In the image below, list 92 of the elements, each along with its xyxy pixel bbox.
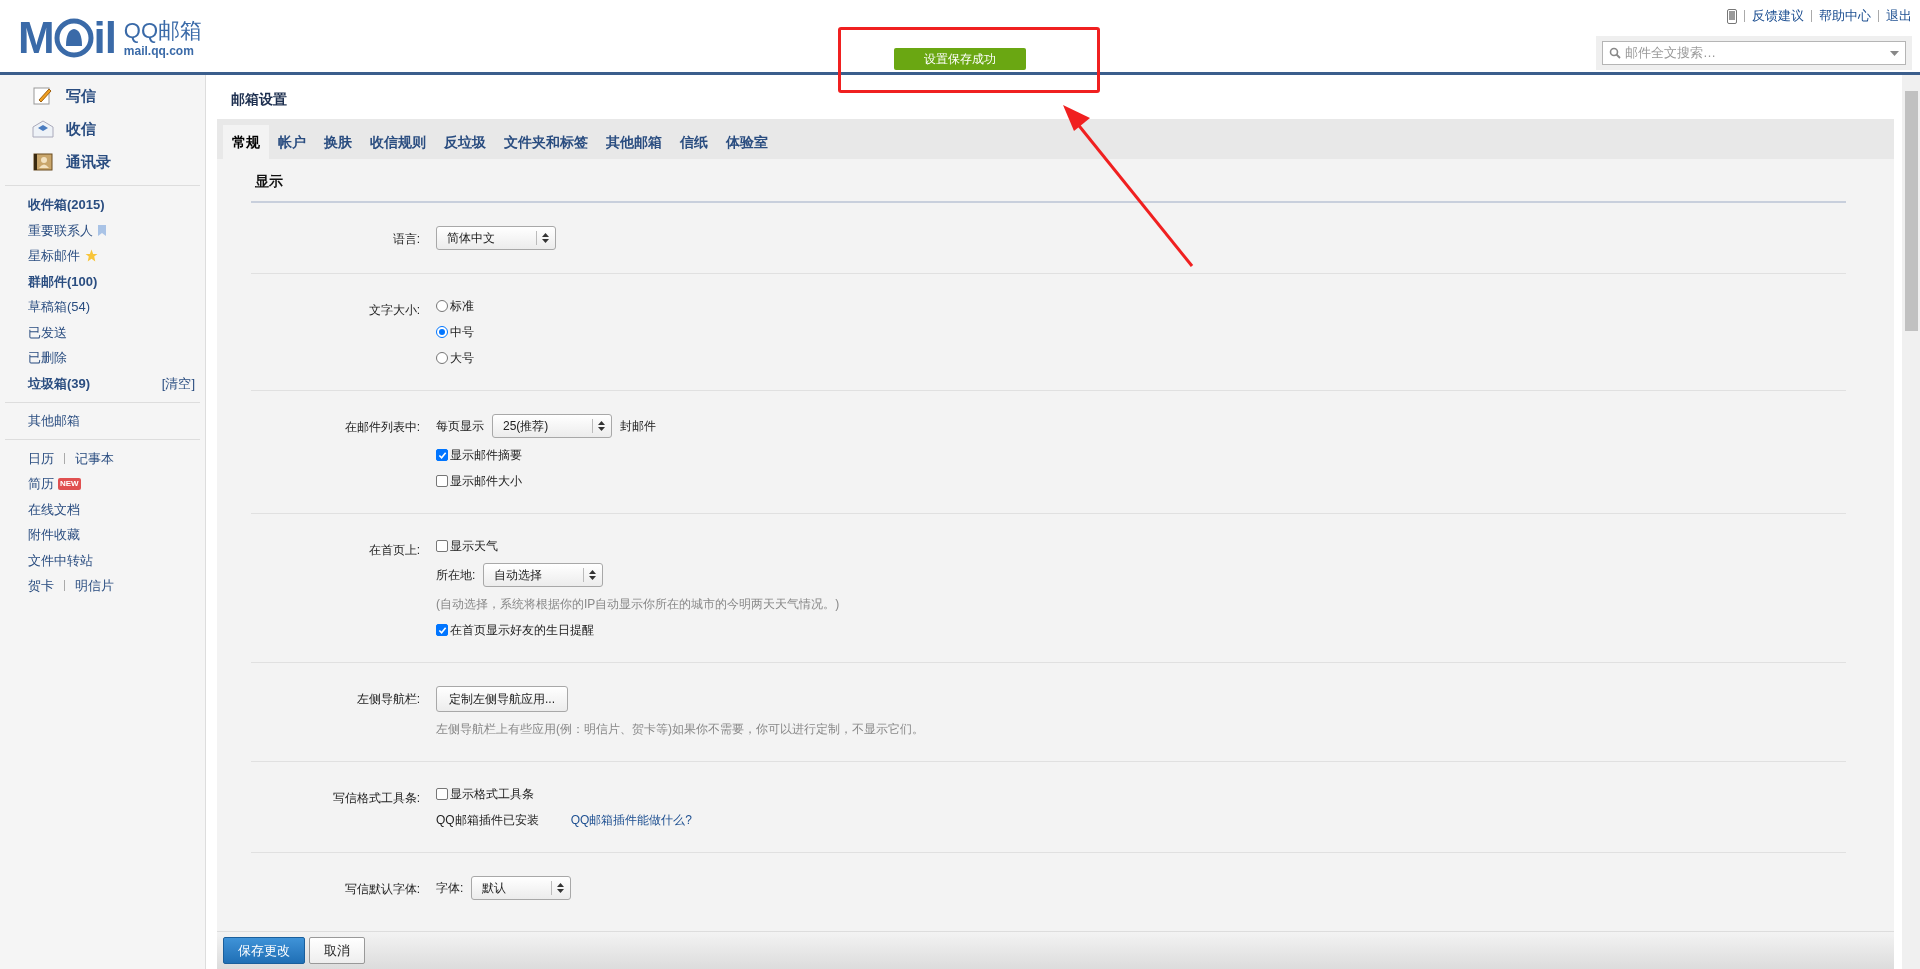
customize-button[interactable]: 定制左侧导航应用...	[436, 686, 568, 712]
sidebar-action[interactable]: 通讯录	[66, 150, 111, 174]
folder-link[interactable]: 垃圾箱(39)	[28, 373, 91, 393]
radio-button[interactable]	[436, 300, 448, 312]
setting-text: 封邮件	[620, 418, 656, 435]
top-link[interactable]: 退出	[1886, 6, 1912, 26]
dropdown-select[interactable]: 简体中文	[436, 226, 556, 250]
radio-label: 标准	[450, 298, 474, 315]
settings-tab[interactable]: 反垃圾	[435, 125, 495, 159]
folder-link[interactable]: 草稿箱(54)	[28, 297, 91, 317]
checkbox-label: 显示邮件摘要	[450, 447, 522, 464]
contact-card-icon	[33, 153, 53, 171]
empty-trash-link[interactable]: [清空]	[161, 373, 195, 393]
radio-button[interactable]	[436, 326, 448, 338]
brand-name: QQ邮箱	[123, 19, 203, 42]
radio-label: 大号	[450, 350, 474, 367]
search-icon	[1609, 47, 1621, 59]
dropdown-select[interactable]: 默认	[471, 876, 572, 900]
search-field[interactable]: 邮件全文搜索…	[1602, 41, 1906, 65]
hint-text: 左侧导航栏上有些应用(例：明信片、贺卡等)如果你不需要，你可以进行定制，不显示它们。	[436, 721, 924, 738]
phone-icon[interactable]	[1727, 8, 1737, 24]
app-link[interactable]: 附件收藏	[28, 525, 80, 545]
setting-label: 写信默认字体:	[344, 881, 420, 898]
folder-link[interactable]: 群邮件(100)	[28, 271, 98, 291]
app-link[interactable]: 日历	[28, 448, 54, 468]
checkbox-label: 显示邮件大小	[450, 473, 522, 490]
bookmark-icon	[98, 224, 106, 236]
settings-tab[interactable]: 帐户	[269, 125, 315, 159]
radio-label: 中号	[450, 324, 474, 341]
checkbox[interactable]	[436, 475, 448, 487]
app-link[interactable]: 贺卡	[28, 576, 54, 596]
setting-text: 每页显示	[436, 418, 484, 435]
settings-tab[interactable]: 常规	[223, 125, 269, 159]
folder-link[interactable]: 已发送	[28, 322, 67, 342]
checkbox-label: 显示格式工具条	[450, 786, 534, 803]
setting-text: 字体:	[436, 880, 464, 897]
settings-tab[interactable]: 信纸	[671, 125, 717, 159]
settings-tab[interactable]: 收信规则	[361, 125, 435, 159]
folder-link[interactable]: 已删除	[28, 348, 67, 368]
updown-arrows-icon	[598, 421, 605, 431]
dropdown-select[interactable]: 自动选择	[483, 563, 604, 587]
setting-text: QQ邮箱插件已安装	[436, 812, 539, 829]
hint-text: (自动选择，系统将根据你的IP自动显示你所在的城市的今明两天天气情况。)	[436, 596, 840, 613]
setting-label: 写信格式工具条:	[332, 790, 420, 807]
dropdown-caret-icon[interactable]	[1890, 50, 1899, 56]
page-title: 邮箱设置	[231, 89, 287, 109]
setting-label: 在邮件列表中:	[344, 419, 420, 436]
setting-label: 语言:	[392, 231, 420, 248]
mail-logo: M il	[18, 16, 116, 60]
top-link[interactable]: 帮助中心	[1819, 6, 1871, 26]
pencil-note-icon	[33, 86, 53, 106]
other-mailboxes-link[interactable]: 其他邮箱	[28, 413, 80, 428]
app-link[interactable]: 简历	[28, 474, 54, 494]
checkbox[interactable]	[436, 540, 448, 552]
checkbox[interactable]	[436, 449, 448, 461]
updown-arrows-icon	[557, 883, 565, 893]
checkbox-label: 显示天气	[450, 538, 498, 555]
envelope-icon	[32, 120, 54, 138]
setting-label: 文字大小:	[368, 302, 420, 319]
new-badge: NEW	[58, 477, 81, 490]
sidebar-action[interactable]: 写信	[66, 84, 96, 108]
radio-button[interactable]	[436, 352, 448, 364]
app-link[interactable]: 文件中转站	[28, 550, 93, 570]
settings-tab[interactable]: 其他邮箱	[597, 125, 671, 159]
checkbox[interactable]	[436, 624, 448, 636]
save-button[interactable]: 保存更改	[223, 937, 305, 964]
sidebar-action[interactable]: 收信	[66, 117, 96, 141]
folder-link[interactable]: 星标邮件	[28, 246, 80, 266]
settings-tab[interactable]: 体验室	[717, 125, 777, 159]
brand-domain: mail.qq.com	[123, 44, 195, 57]
scrollbar[interactable]	[1902, 75, 1920, 969]
checkbox-label: 在首页显示好友的生日提醒	[450, 622, 594, 639]
section-heading: 显示	[255, 172, 283, 191]
setting-label: 在首页上:	[368, 542, 420, 559]
folder-link[interactable]: 收件箱(2015)	[28, 195, 105, 215]
setting-text: 所在地:	[436, 567, 476, 584]
updown-arrows-icon	[542, 233, 549, 243]
settings-tab[interactable]: 换肤	[315, 125, 361, 159]
help-link[interactable]: QQ邮箱插件能做什么?	[570, 811, 692, 829]
checkbox[interactable]	[436, 788, 448, 800]
success-toast: 设置保存成功	[894, 48, 1026, 70]
app-link[interactable]: 记事本	[75, 448, 114, 468]
top-link[interactable]: 反馈建议	[1752, 6, 1804, 26]
settings-tab[interactable]: 文件夹和标签	[495, 125, 597, 159]
star-icon	[85, 249, 98, 263]
folder-link[interactable]: 重要联系人	[28, 220, 93, 240]
cancel-button[interactable]: 取消	[309, 937, 365, 964]
app-link[interactable]: 在线文档	[28, 499, 80, 519]
updown-arrows-icon	[589, 570, 597, 580]
app-link[interactable]: 明信片	[75, 576, 114, 596]
dropdown-select[interactable]: 25(推荐)	[492, 414, 612, 438]
setting-label: 左侧导航栏:	[356, 691, 420, 708]
